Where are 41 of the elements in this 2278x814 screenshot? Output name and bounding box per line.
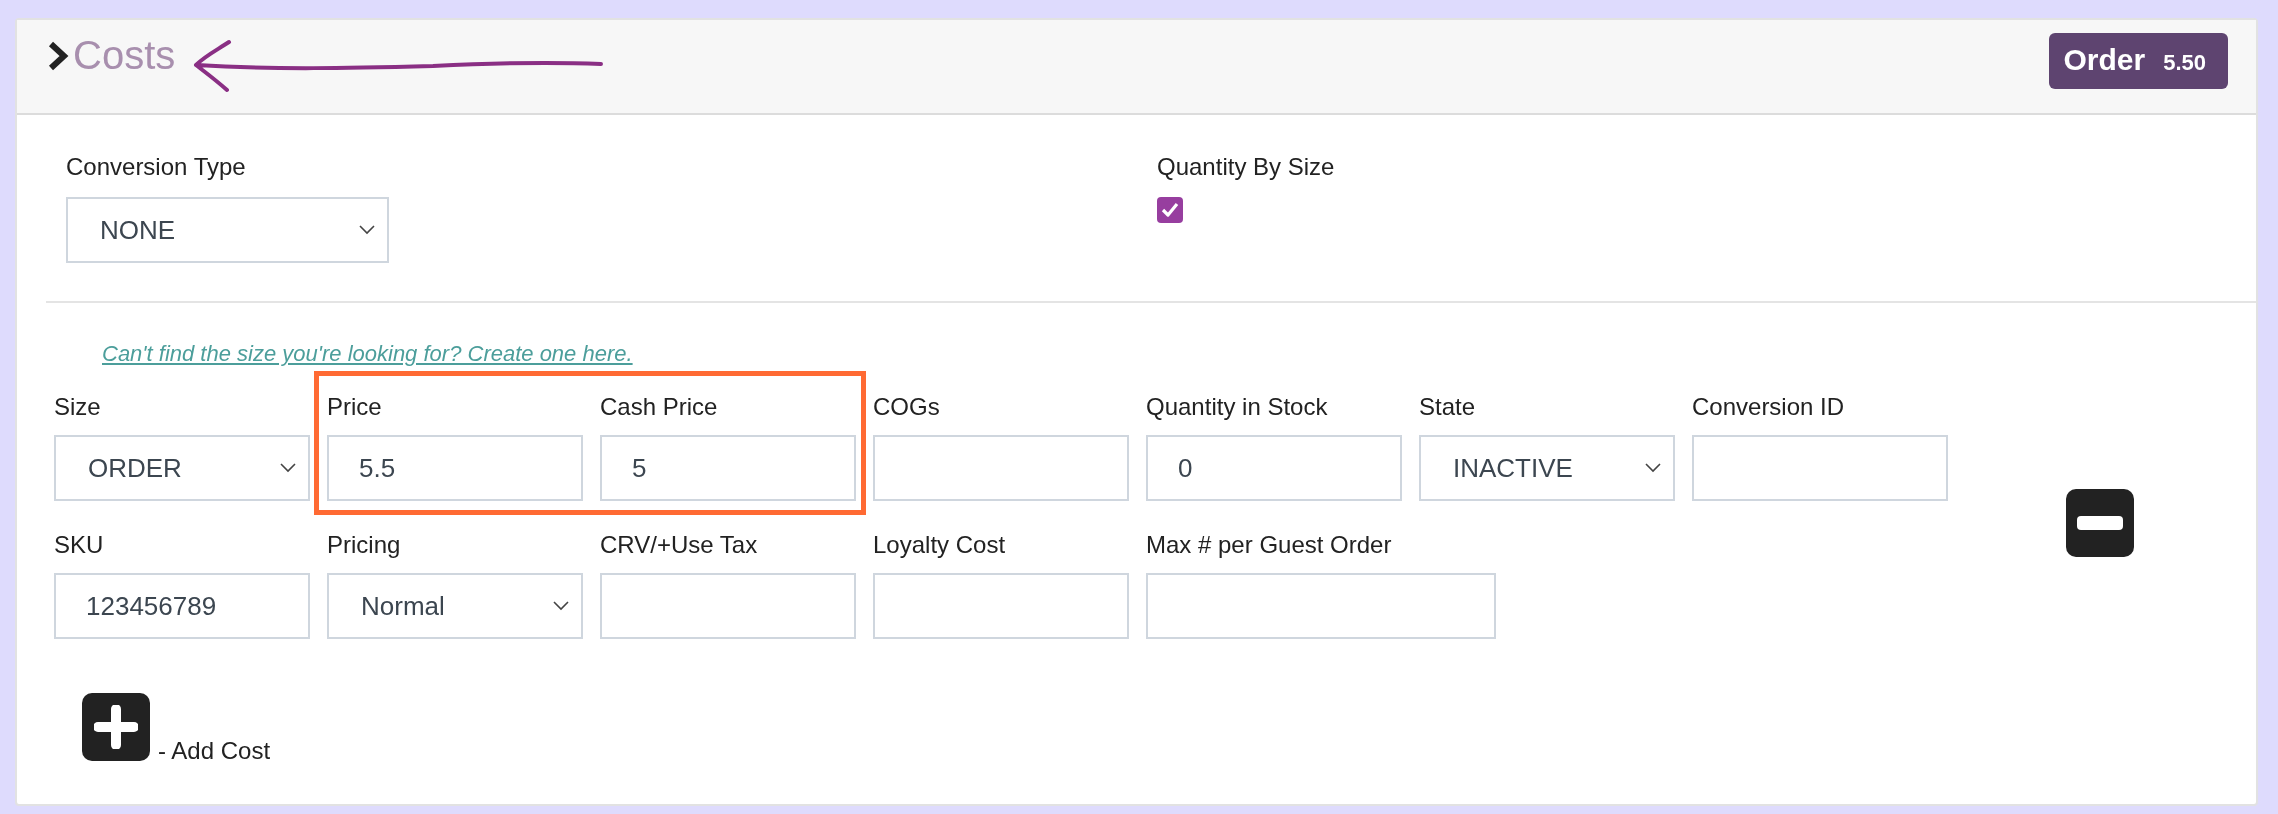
field-label: Quantity in Stock <box>1146 393 1329 421</box>
field-label: Conversion Type <box>66 153 247 181</box>
field-label: Loyalty Cost <box>873 531 1007 559</box>
add-button[interactable] <box>82 693 150 761</box>
input-field[interactable] <box>1692 435 1948 501</box>
field-label: Max # per Guest Order <box>1146 531 1393 559</box>
field-label: Quantity By Size <box>1157 153 1336 181</box>
input-field[interactable]: 0 <box>1146 435 1402 501</box>
select-field[interactable]: Normal <box>327 573 583 639</box>
field-label: Price <box>327 393 383 421</box>
input-field[interactable] <box>873 435 1129 501</box>
field-label: Cash Price <box>600 393 719 421</box>
select-field[interactable]: NONE <box>66 197 389 263</box>
field-label: Pricing <box>327 531 402 559</box>
badge-value: 5.50 <box>2163 49 2206 76</box>
input-field[interactable]: 123456789 <box>54 573 310 639</box>
field-label: State <box>1419 393 1477 421</box>
chevron-down-icon <box>359 225 375 235</box>
input-field[interactable]: 5.5 <box>327 435 583 501</box>
minus-icon <box>2077 516 2123 530</box>
plus-icon <box>94 705 138 749</box>
remove-button[interactable] <box>2066 489 2134 557</box>
input-field[interactable] <box>600 573 856 639</box>
add-cost-label: - Add Cost <box>158 737 271 765</box>
chevron-down-icon <box>553 601 569 611</box>
input-field[interactable]: 5 <box>600 435 856 501</box>
select-field[interactable]: ORDER <box>54 435 310 501</box>
chevron-down-icon <box>1645 463 1661 473</box>
badge-label: Order <box>2063 42 2146 77</box>
checkmark-icon <box>1161 202 1179 218</box>
field-label: Size <box>54 393 102 421</box>
field-label: COGs <box>873 393 941 421</box>
checkbox[interactable] <box>1157 197 1183 223</box>
chevron-down-icon <box>280 463 296 473</box>
field-label: CRV/+Use Tax <box>600 531 759 559</box>
field-label: Conversion ID <box>1692 393 1846 421</box>
select-field[interactable]: INACTIVE <box>1419 435 1675 501</box>
field-label: SKU <box>54 531 105 559</box>
input-field[interactable] <box>873 573 1129 639</box>
input-field[interactable] <box>1146 573 1496 639</box>
chevron-right-icon[interactable] <box>47 40 69 71</box>
